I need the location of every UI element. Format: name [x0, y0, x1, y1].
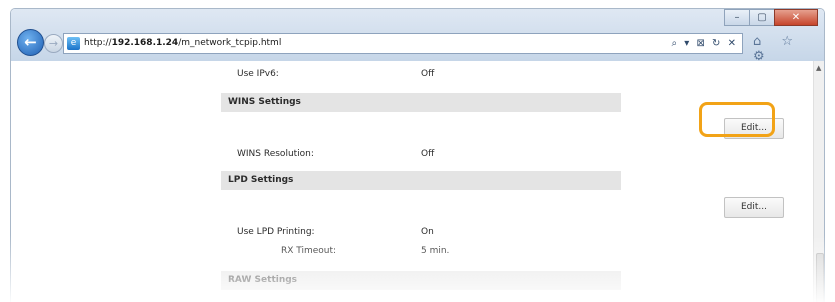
- address-tools[interactable]: ⌕ ▾ ⊠ ↻ ✕: [672, 36, 738, 51]
- section-title: RAW Settings: [228, 275, 298, 285]
- scroll-up-arrow-icon[interactable]: ▲: [816, 64, 821, 72]
- browser-window: – ▢ ✕ ← → e http://192.168.1.24/m_networ…: [10, 8, 825, 302]
- ie-page-icon: e: [67, 37, 80, 50]
- url-text[interactable]: http://192.168.1.24/m_network_tcpip.html: [84, 37, 281, 50]
- section-title: LPD Settings: [228, 175, 294, 185]
- setting-label: RX Timeout:: [281, 246, 337, 256]
- setting-label: Use LPD Printing:: [237, 227, 315, 237]
- url-path: /m_network_tcpip.html: [178, 38, 282, 48]
- setting-value: 5 min.: [421, 246, 450, 256]
- window-controls: – ▢ ✕: [724, 9, 818, 26]
- toolbar-icons[interactable]: ⌂ ☆ ⚙: [753, 34, 824, 64]
- url-prefix: http://: [84, 38, 112, 48]
- setting-value: Off: [421, 149, 435, 159]
- setting-label: Use IPv6:: [237, 69, 279, 79]
- close-button[interactable]: ✕: [774, 9, 818, 26]
- edit-button-highlight: [699, 102, 775, 137]
- vertical-scrollbar[interactable]: ▲: [813, 61, 824, 302]
- scroll-thumb[interactable]: [816, 253, 824, 302]
- section-title: WINS Settings: [228, 97, 301, 107]
- setting-label: WINS Resolution:: [237, 149, 314, 159]
- section-header-lpd: LPD Settings: [221, 171, 621, 190]
- forward-button[interactable]: →: [44, 34, 63, 53]
- page-content: Use IPv6: Off WINS Settings Edit... WINS…: [11, 61, 813, 302]
- browser-titlebar: – ▢ ✕ ← → e http://192.168.1.24/m_networ…: [11, 9, 824, 64]
- lpd-edit-button[interactable]: Edit...: [724, 197, 784, 218]
- setting-value: On: [421, 227, 434, 237]
- forward-arrow-icon: →: [48, 37, 59, 50]
- address-bar[interactable]: e http://192.168.1.24/m_network_tcpip.ht…: [63, 33, 743, 54]
- url-host: 192.168.1.24: [111, 38, 179, 48]
- minimize-button[interactable]: –: [724, 9, 750, 26]
- setting-value: Off: [421, 69, 435, 79]
- back-button[interactable]: ←: [17, 29, 44, 56]
- section-header-raw: RAW Settings: [221, 271, 621, 290]
- back-arrow-icon: ←: [24, 33, 37, 51]
- maximize-button[interactable]: ▢: [749, 9, 775, 26]
- section-header-wins: WINS Settings: [221, 93, 621, 112]
